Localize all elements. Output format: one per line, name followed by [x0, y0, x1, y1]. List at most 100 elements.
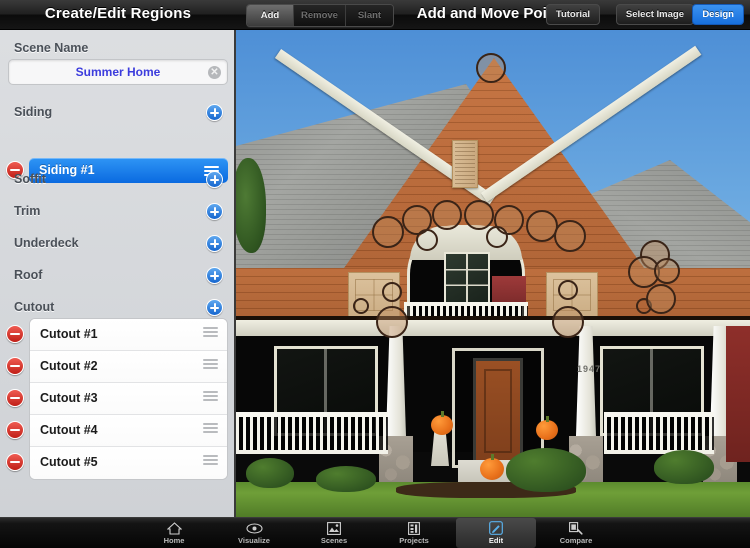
porch-railing-right	[604, 412, 714, 454]
point-marker[interactable]	[646, 284, 676, 314]
point-marker[interactable]	[476, 53, 506, 83]
reorder-grip-icon[interactable]	[203, 327, 218, 337]
tab-label: Compare	[559, 536, 593, 545]
design-button[interactable]: Design	[692, 4, 744, 25]
tab-home[interactable]: Home	[134, 518, 214, 548]
region-label: Cutout #4	[40, 423, 98, 437]
main-toolbar: Add Remove Slant Add and Move Points Tut…	[236, 0, 750, 30]
regions-sidebar: Scene Name Summer Home ✕ Siding Siding #…	[0, 30, 236, 518]
point-marker[interactable]	[382, 282, 402, 302]
house-photo: 1947	[236, 30, 750, 518]
add-soffit-plus-circle-icon[interactable]	[206, 171, 223, 188]
point-mode-segmented-control[interactable]: Add Remove Slant	[246, 4, 394, 27]
tab-edit[interactable]: Edit	[456, 518, 536, 548]
delete-cutout-2-minus-circle-icon[interactable]	[6, 357, 24, 375]
reorder-grip-icon[interactable]	[203, 455, 218, 465]
gable-vent	[452, 140, 478, 188]
reorder-grip-icon[interactable]	[203, 391, 218, 401]
balcony-red-panel	[492, 276, 526, 304]
select-image-button[interactable]: Select Image	[615, 4, 694, 25]
page-title: Create/Edit Regions	[44, 5, 192, 22]
point-marker[interactable]	[432, 200, 462, 230]
add-siding-plus-circle-icon[interactable]	[206, 104, 223, 121]
reorder-grip-icon[interactable]	[203, 423, 218, 433]
point-marker[interactable]	[464, 200, 494, 230]
app-root: Create/Edit Regions Add Remove Slant Add…	[0, 0, 750, 548]
delete-cutout-1-minus-circle-icon[interactable]	[6, 325, 24, 343]
point-marker[interactable]	[372, 216, 404, 248]
section-label-roof: Roof	[14, 268, 43, 282]
panel-header-bar: Create/Edit Regions	[0, 0, 236, 30]
shrub	[316, 466, 376, 492]
region-label: Siding #1	[39, 163, 95, 177]
add-cutout-plus-circle-icon[interactable]	[206, 299, 223, 316]
point-marker[interactable]	[558, 280, 578, 300]
delete-cutout-4-minus-circle-icon[interactable]	[6, 421, 24, 439]
region-label: Cutout #3	[40, 391, 98, 405]
section-label-siding: Siding	[14, 105, 53, 119]
house-number: 1947	[577, 364, 602, 374]
pencil-icon	[456, 521, 536, 535]
tab-visualize[interactable]: Visualize	[214, 518, 294, 548]
porch-railing-left	[236, 412, 388, 454]
add-trim-plus-circle-icon[interactable]	[206, 203, 223, 220]
tab-label: Visualize	[238, 536, 270, 545]
scene-name-input[interactable]: Summer Home ✕	[8, 59, 228, 85]
point-marker[interactable]	[552, 306, 584, 338]
tutorial-button[interactable]: Tutorial	[545, 4, 600, 25]
shrub	[654, 450, 714, 484]
shrub	[506, 448, 586, 492]
point-marker[interactable]	[353, 298, 369, 314]
front-door	[473, 358, 523, 464]
region-label: Cutout #5	[40, 455, 98, 469]
tab-label: Projects	[399, 536, 429, 545]
point-marker[interactable]	[376, 306, 408, 338]
tab-label: Home	[163, 536, 185, 545]
list-item[interactable]: Cutout #5	[30, 447, 227, 479]
delete-cutout-3-minus-circle-icon[interactable]	[6, 389, 24, 407]
list-item[interactable]: Cutout #4	[30, 415, 227, 447]
section-label-soffit: Soffit	[14, 172, 46, 186]
red-side-wall	[726, 326, 750, 462]
tab-scenes[interactable]: Scenes	[294, 518, 374, 548]
cutout-region-list: Cutout #1 Cutout #2 Cutout #3 Cutout #4 …	[29, 318, 228, 480]
segment-add[interactable]: Add	[247, 5, 294, 26]
balcony-window	[444, 252, 490, 304]
scene-name-value: Summer Home	[75, 65, 161, 79]
region-label: Cutout #2	[40, 359, 98, 373]
tab-projects[interactable]: Projects	[374, 518, 454, 548]
home-icon	[134, 521, 214, 535]
document-icon	[374, 521, 454, 535]
pumpkin	[536, 416, 558, 440]
add-roof-plus-circle-icon[interactable]	[206, 267, 223, 284]
segment-slant[interactable]: Slant	[345, 5, 393, 26]
segment-remove[interactable]: Remove	[294, 5, 346, 26]
list-item[interactable]: Cutout #3	[30, 383, 227, 415]
tab-compare[interactable]: Compare	[536, 518, 616, 548]
list-item[interactable]: Cutout #2	[30, 351, 227, 383]
delete-cutout-5-minus-circle-icon[interactable]	[6, 453, 24, 471]
scene-name-label: Scene Name	[14, 41, 89, 55]
pumpkin	[480, 454, 504, 480]
photo-icon	[294, 521, 374, 535]
clear-icon[interactable]: ✕	[208, 66, 221, 79]
pumpkin	[431, 411, 453, 435]
point-marker[interactable]	[554, 220, 586, 252]
shrub	[246, 458, 294, 488]
tab-label: Edit	[488, 536, 504, 545]
eye-icon	[214, 521, 294, 535]
section-label-trim: Trim	[14, 204, 41, 218]
list-item[interactable]: Cutout #1	[30, 319, 227, 351]
image-canvas[interactable]: 1947	[236, 30, 750, 518]
region-label: Cutout #1	[40, 327, 98, 341]
point-marker[interactable]	[486, 226, 508, 248]
section-label-cutout: Cutout	[14, 300, 55, 314]
tab-label: Scenes	[320, 536, 348, 545]
point-marker[interactable]	[416, 229, 438, 251]
point-marker[interactable]	[654, 258, 680, 284]
region-row-siding-1[interactable]: Siding #1	[29, 158, 228, 183]
add-underdeck-plus-circle-icon[interactable]	[206, 235, 223, 252]
reorder-grip-icon[interactable]	[203, 359, 218, 369]
section-label-underdeck: Underdeck	[14, 236, 79, 250]
compare-icon	[536, 521, 616, 535]
